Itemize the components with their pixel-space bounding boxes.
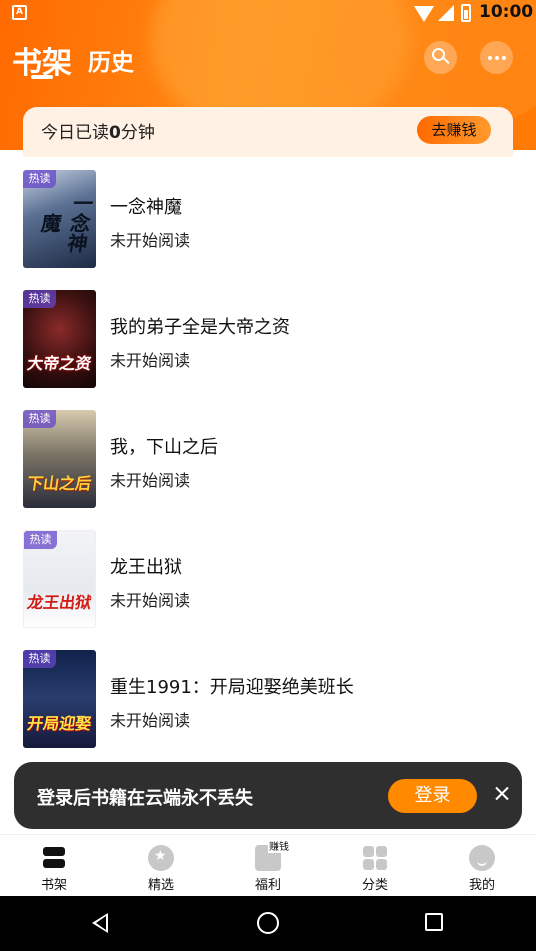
earn-badge: 赚钱 [268, 838, 290, 853]
hot-badge: 热读 [23, 290, 56, 308]
list-item[interactable]: 热读 大帝之资 我的弟子全是大帝之资 未开始阅读 [0, 280, 536, 400]
nav-item-welfare[interactable]: 赚钱 福利 [228, 835, 308, 897]
tab-history[interactable]: 历史 [88, 43, 134, 77]
hot-badge: 热读 [24, 531, 57, 549]
book-cover[interactable]: 热读 大帝之资 [23, 290, 96, 388]
book-cover[interactable]: 热读 一念神魔 [23, 170, 96, 268]
book-cover[interactable]: 热读 龙王出狱 [23, 530, 96, 628]
search-button[interactable] [424, 41, 457, 74]
nav-label: 我的 [468, 878, 495, 893]
bottom-navigation: 书架 精选 赚钱 福利 分类 我的 [0, 834, 536, 896]
nav-label: 分类 [361, 878, 388, 893]
featured-star-icon [148, 845, 174, 871]
book-title[interactable]: 我，下山之后 [110, 433, 218, 459]
list-item[interactable]: 热读 一念神魔 一念神魔 未开始阅读 [0, 160, 536, 280]
status-bar: A 10:00 [0, 0, 536, 28]
nav-label: 福利 [254, 878, 281, 893]
cover-title: 下山之后 [25, 474, 93, 493]
book-status: 未开始阅读 [110, 591, 191, 610]
more-button[interactable] [480, 41, 513, 74]
reading-time-card: 今日已读0分钟 去赚钱 [23, 107, 513, 157]
wifi-icon [414, 6, 434, 22]
cover-title: 一念神魔 [36, 193, 96, 253]
book-cover[interactable]: 热读 开局迎娶 [23, 650, 96, 748]
list-item[interactable]: 热读 下山之后 我，下山之后 未开始阅读 [0, 400, 536, 520]
list-item[interactable]: 热读 龙王出狱 龙王出狱 未开始阅读 [0, 520, 536, 640]
app-notification-icon: A [12, 5, 27, 20]
nav-item-profile[interactable]: 我的 [442, 835, 522, 897]
system-navigation-bar [0, 896, 536, 951]
active-tab-indicator [31, 75, 53, 79]
nav-item-featured[interactable]: 精选 [121, 835, 201, 897]
book-status: 未开始阅读 [110, 351, 191, 370]
bookshelf-icon [41, 845, 67, 871]
hot-badge: 热读 [23, 410, 56, 428]
signal-icon [438, 5, 454, 21]
book-title[interactable]: 龙王出狱 [110, 553, 182, 579]
cover-title: 龙王出狱 [25, 593, 93, 612]
earn-money-button[interactable]: 去赚钱 [417, 116, 491, 144]
category-grid-icon [362, 845, 388, 871]
nav-label: 精选 [147, 878, 174, 893]
reading-time-text: 今日已读0分钟 [41, 123, 155, 143]
login-prompt-message: 登录后书籍在云端永不丢失 [37, 788, 253, 809]
battery-icon [461, 4, 471, 22]
recent-apps-icon[interactable] [425, 913, 443, 931]
cover-title: 开局迎娶 [25, 714, 93, 733]
login-prompt-banner: 登录后书籍在云端永不丢失 登录 [14, 762, 522, 829]
back-icon[interactable] [92, 913, 108, 933]
list-item[interactable]: 热读 开局迎娶 重生1991：开局迎娶绝美班长 未开始阅读 [0, 640, 536, 760]
cover-title: 大帝之资 [25, 354, 93, 373]
nav-label: 书架 [40, 878, 67, 893]
book-cover[interactable]: 热读 下山之后 [23, 410, 96, 508]
close-icon[interactable] [492, 784, 512, 804]
book-status: 未开始阅读 [110, 471, 191, 490]
status-time: 10:00 [479, 2, 534, 22]
book-status: 未开始阅读 [110, 711, 191, 730]
book-title[interactable]: 重生1991：开局迎娶绝美班长 [110, 673, 354, 699]
book-status: 未开始阅读 [110, 231, 191, 250]
book-title[interactable]: 我的弟子全是大帝之资 [110, 313, 290, 339]
reading-minutes: 0 [109, 123, 121, 143]
home-icon[interactable] [257, 912, 279, 934]
nav-item-category[interactable]: 分类 [335, 835, 415, 897]
book-title[interactable]: 一念神魔 [110, 193, 182, 219]
hot-badge: 热读 [23, 650, 56, 668]
nav-item-bookshelf[interactable]: 书架 [14, 835, 94, 897]
profile-icon [469, 845, 495, 871]
login-button[interactable]: 登录 [388, 779, 477, 813]
